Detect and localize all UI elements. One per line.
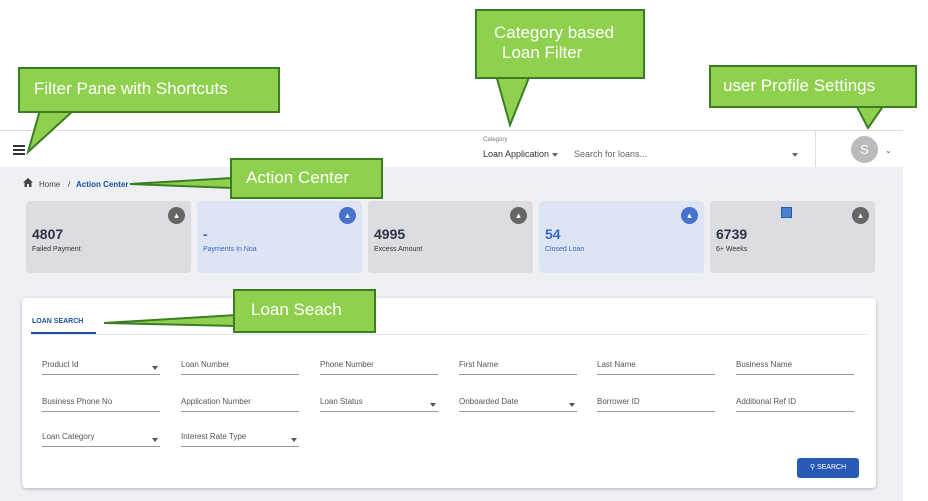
- callout-pointer-filter-pane: [26, 109, 77, 156]
- callout-action-center: Action Center: [230, 158, 383, 199]
- callout-text: Loan Seach: [251, 300, 342, 319]
- callout-pointer-action-center: [129, 176, 233, 190]
- callout-text: user Profile Settings: [723, 76, 876, 95]
- callout-text: Action Center: [246, 168, 349, 187]
- callout-pointer-user-profile: [854, 104, 886, 130]
- callout-pointer-category-filter: [494, 74, 532, 129]
- callout-filter-pane: Filter Pane with Shortcuts: [18, 67, 280, 113]
- callout-text: Category based: [494, 23, 615, 42]
- callout-pointer-loan-search: [103, 313, 237, 328]
- callout-loan-search: Loan Seach: [233, 289, 376, 333]
- callout-text: Filter Pane with Shortcuts: [34, 79, 228, 98]
- callout-category-filter: Category based Loan Filter: [475, 9, 645, 79]
- callout-user-profile: user Profile Settings: [709, 65, 917, 108]
- callout-text: Loan Filter: [502, 43, 583, 62]
